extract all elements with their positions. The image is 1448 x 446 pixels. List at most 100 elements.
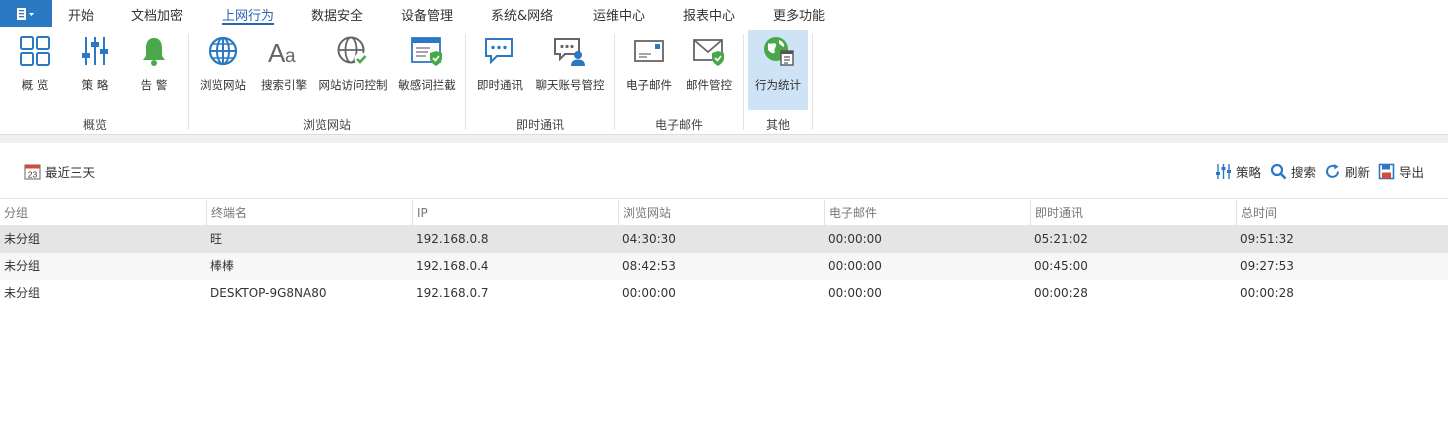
menu-start[interactable]: 开始 bbox=[68, 5, 94, 25]
column-header-terminal[interactable]: 终端名 bbox=[206, 200, 412, 226]
font-aa-icon: A a bbox=[268, 38, 296, 67]
menu-internet-behavior[interactable]: 上网行为 bbox=[222, 5, 275, 25]
group-divider bbox=[812, 34, 813, 130]
policy-label: 策 略 bbox=[81, 78, 109, 92]
cell-im: 00:45:00 bbox=[1034, 259, 1088, 273]
email-control-button[interactable]: 邮件管控 bbox=[682, 30, 736, 110]
toolbar-policy-button[interactable]: 策略 bbox=[1215, 162, 1261, 180]
cell-browse: 08:42:53 bbox=[622, 259, 676, 273]
site-access-control-button[interactable]: 网站访问控制 bbox=[314, 30, 392, 110]
refresh-icon bbox=[1326, 163, 1339, 178]
cell-group: 未分组 bbox=[4, 232, 41, 246]
cell-terminal: 棒棒 bbox=[210, 259, 235, 273]
toolbar-export-label: 导出 bbox=[1399, 164, 1425, 180]
group-browse-label: 浏览网站 bbox=[302, 118, 351, 132]
group-overview-label: 概览 bbox=[82, 118, 107, 132]
cell-im: 00:00:28 bbox=[1034, 286, 1088, 300]
sliders-icon bbox=[82, 37, 108, 65]
email-control-label: 邮件管控 bbox=[686, 78, 732, 92]
cell-terminal: 旺 bbox=[210, 232, 223, 246]
cell-total: 09:51:32 bbox=[1240, 232, 1294, 246]
overview-button[interactable]: 概 览 bbox=[10, 30, 60, 110]
instant-message-button[interactable]: 即时通讯 bbox=[474, 30, 526, 110]
column-header-group[interactable]: 分组 bbox=[0, 200, 206, 226]
ribbon-bottom-band bbox=[0, 135, 1448, 143]
column-header-im[interactable]: 即时通讯 bbox=[1030, 200, 1236, 226]
group-email-label: 电子邮件 bbox=[654, 118, 703, 132]
column-header-email[interactable]: 电子邮件 bbox=[824, 200, 1030, 226]
group-divider bbox=[743, 34, 744, 130]
toolbar-refresh-label: 刷新 bbox=[1345, 164, 1371, 180]
cell-group: 未分组 bbox=[4, 286, 41, 300]
group-divider bbox=[465, 34, 466, 130]
envelope-shield-icon bbox=[693, 39, 724, 66]
ribbon: 概 览 策 略 告 警 概览 浏览网站 A a 搜索引擎 网站访问控制 敏感词拦… bbox=[0, 28, 1448, 135]
menu-more-features[interactable]: 更多功能 bbox=[773, 5, 825, 25]
search-engine-label: 搜索引擎 bbox=[261, 78, 307, 92]
behavior-stats-button[interactable]: 行为统计 bbox=[748, 30, 808, 110]
stats-table: 分组 终端名 IP 浏览网站 电子邮件 即时通讯 总时间 未分组 旺 192.1… bbox=[0, 200, 1448, 307]
cell-browse: 04:30:30 bbox=[622, 232, 676, 246]
column-header-browse[interactable]: 浏览网站 bbox=[618, 200, 824, 226]
group-im-label: 即时通讯 bbox=[515, 118, 564, 132]
chat-account-control-button[interactable]: 聊天账号管控 bbox=[531, 30, 609, 110]
cell-total: 09:27:53 bbox=[1240, 259, 1294, 273]
chat-account-control-label: 聊天账号管控 bbox=[535, 78, 605, 92]
group-other-label: 其他 bbox=[765, 118, 790, 132]
envelope-icon bbox=[634, 40, 664, 62]
group-divider bbox=[614, 34, 615, 130]
cell-ip: 192.168.0.8 bbox=[416, 232, 489, 246]
app-menu-button[interactable] bbox=[0, 0, 52, 27]
column-header-total[interactable]: 总时间 bbox=[1236, 200, 1448, 226]
table-row[interactable]: 未分组 旺 192.168.0.8 04:30:30 00:00:00 05:2… bbox=[0, 226, 1448, 253]
toolbar-policy-label: 策略 bbox=[1236, 164, 1262, 180]
cell-ip: 192.168.0.4 bbox=[416, 259, 489, 273]
table-row[interactable]: 未分组 棒棒 192.168.0.4 08:42:53 00:00:00 00:… bbox=[0, 253, 1448, 280]
app-menu-icon bbox=[17, 7, 34, 20]
policy-button[interactable]: 策 略 bbox=[70, 30, 120, 110]
menu-data-security[interactable]: 数据安全 bbox=[311, 5, 363, 25]
sensitive-word-block-button[interactable]: 敏感词拦截 bbox=[395, 30, 459, 110]
dashboard-grid-icon bbox=[20, 36, 50, 66]
menu-doc-encrypt[interactable]: 文档加密 bbox=[131, 5, 183, 25]
column-header-ip[interactable]: IP bbox=[412, 200, 618, 226]
sensitive-word-block-label: 敏感词拦截 bbox=[398, 78, 456, 92]
menu-report-center[interactable]: 报表中心 bbox=[683, 5, 735, 25]
chat-bubble-icon bbox=[485, 38, 513, 65]
cell-total: 00:00:28 bbox=[1240, 286, 1294, 300]
sliders-icon bbox=[1216, 163, 1231, 179]
table-row[interactable]: 未分组 DESKTOP-9G8NA80 192.168.0.7 00:00:00… bbox=[0, 280, 1448, 307]
overview-label: 概 览 bbox=[21, 78, 49, 92]
menu-device-management[interactable]: 设备管理 bbox=[401, 5, 453, 25]
toolbar-refresh-button[interactable]: 刷新 bbox=[1324, 162, 1370, 180]
email-button[interactable]: 电子邮件 bbox=[622, 30, 676, 110]
svg-text:A: A bbox=[268, 38, 286, 67]
search-icon bbox=[1270, 163, 1287, 179]
date-range-label: 最近三天 bbox=[45, 164, 96, 180]
toolbar-search-button[interactable]: 搜索 bbox=[1270, 162, 1316, 180]
cell-email: 00:00:00 bbox=[828, 286, 882, 300]
menu-system-network[interactable]: 系统&网络 bbox=[491, 5, 553, 25]
cell-email: 00:00:00 bbox=[828, 259, 882, 273]
menu-bar: 开始 文档加密 上网行为 数据安全 设备管理 系统&网络 运维中心 报表中心 更… bbox=[0, 0, 1448, 28]
site-access-control-label: 网站访问控制 bbox=[318, 78, 388, 92]
date-range-button[interactable]: 23 最近三天 bbox=[24, 162, 95, 180]
cell-browse: 00:00:00 bbox=[622, 286, 676, 300]
search-engine-button[interactable]: A a 搜索引擎 bbox=[256, 30, 312, 110]
toolbar-export-button[interactable]: 导出 bbox=[1378, 162, 1424, 180]
chat-user-icon bbox=[554, 38, 585, 66]
menu-ops-center[interactable]: 运维中心 bbox=[593, 5, 645, 25]
alert-button[interactable]: 告 警 bbox=[129, 30, 179, 110]
browse-site-button[interactable]: 浏览网站 bbox=[196, 30, 250, 110]
alert-label: 告 警 bbox=[140, 78, 168, 92]
globe-icon bbox=[208, 36, 238, 66]
toolbar: 23 最近三天 策略 搜索 刷新 导出 bbox=[0, 143, 1448, 199]
bell-icon bbox=[143, 38, 165, 66]
cell-group: 未分组 bbox=[4, 259, 41, 273]
table-header: 分组 终端名 IP 浏览网站 电子邮件 即时通讯 总时间 bbox=[0, 200, 1448, 226]
cell-terminal: DESKTOP-9G8NA80 bbox=[210, 286, 327, 300]
browse-site-label: 浏览网站 bbox=[200, 78, 246, 92]
calendar-day: 23 bbox=[28, 169, 38, 179]
cell-email: 00:00:00 bbox=[828, 232, 882, 246]
globe-check-icon bbox=[337, 36, 368, 66]
